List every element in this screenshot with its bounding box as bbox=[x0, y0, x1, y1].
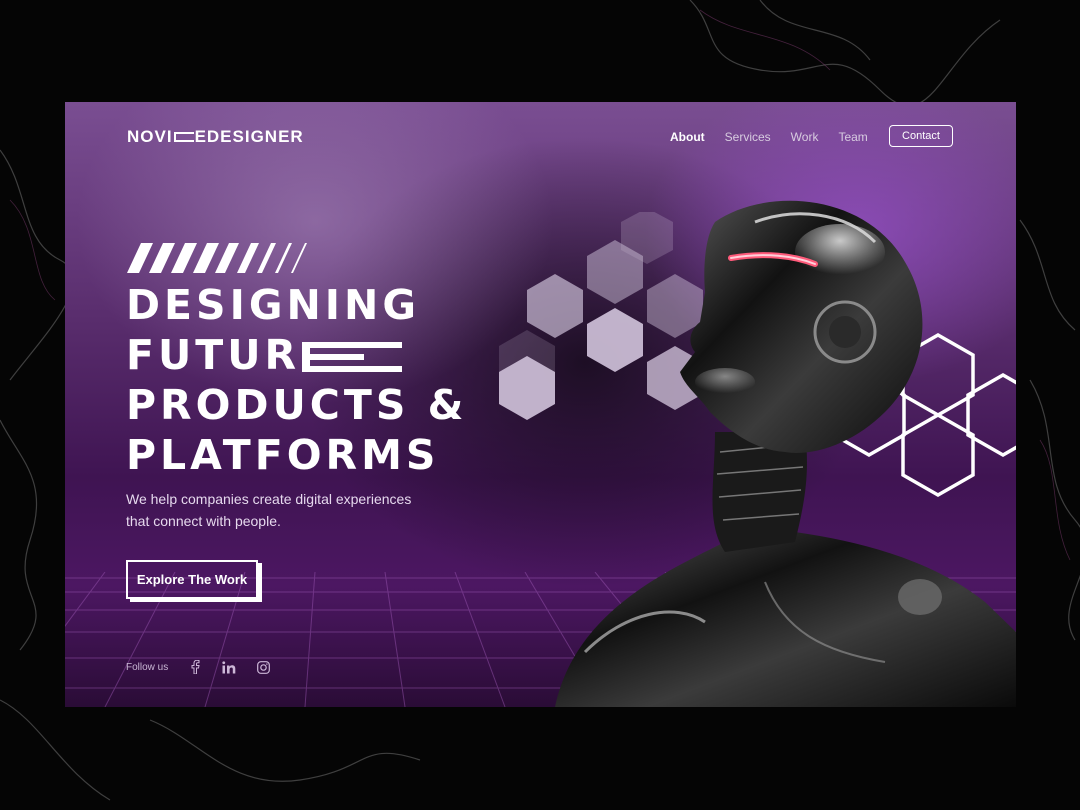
logo-text-start: NOVI bbox=[127, 127, 173, 146]
social-links: Follow us bbox=[126, 660, 290, 674]
follow-us-label: Follow us bbox=[126, 661, 169, 673]
nav-link-team[interactable]: Team bbox=[838, 130, 867, 144]
contact-button[interactable]: Contact bbox=[889, 125, 953, 147]
nav-link-work[interactable]: Work bbox=[791, 130, 819, 144]
logo[interactable]: NOVI EDESIGNER bbox=[127, 127, 304, 147]
headline-line-4: PLATFORMS bbox=[126, 431, 440, 479]
logo-text-end: EDESIGNER bbox=[194, 127, 304, 146]
headline-line-2: FUTUR bbox=[126, 330, 566, 380]
hero-headline: DESIGNING FUTUR PRODUCTS & PLATFORMS bbox=[126, 280, 566, 480]
linkedin-icon[interactable] bbox=[222, 660, 236, 674]
nav-link-services[interactable]: Services bbox=[725, 130, 771, 144]
slashes-decoration bbox=[127, 243, 307, 273]
hero-subtext: We help companies create digital experie… bbox=[126, 491, 412, 529]
future-e-glyph bbox=[302, 342, 403, 372]
logo-c-glyph bbox=[173, 132, 194, 142]
facebook-icon[interactable] bbox=[188, 660, 202, 674]
hero-frame: NOVI EDESIGNER About Services Work Team C… bbox=[65, 102, 1016, 707]
headline-line-2-text: FUTUR bbox=[126, 331, 301, 379]
instagram-icon[interactable] bbox=[256, 660, 270, 674]
headline-line-3: PRODUCTS & bbox=[126, 381, 468, 429]
main-nav: About Services Work Team bbox=[670, 130, 888, 144]
headline-line-1: DESIGNING bbox=[126, 281, 421, 329]
nav-link-about[interactable]: About bbox=[670, 130, 705, 144]
explore-work-button[interactable]: Explore The Work bbox=[126, 560, 258, 599]
